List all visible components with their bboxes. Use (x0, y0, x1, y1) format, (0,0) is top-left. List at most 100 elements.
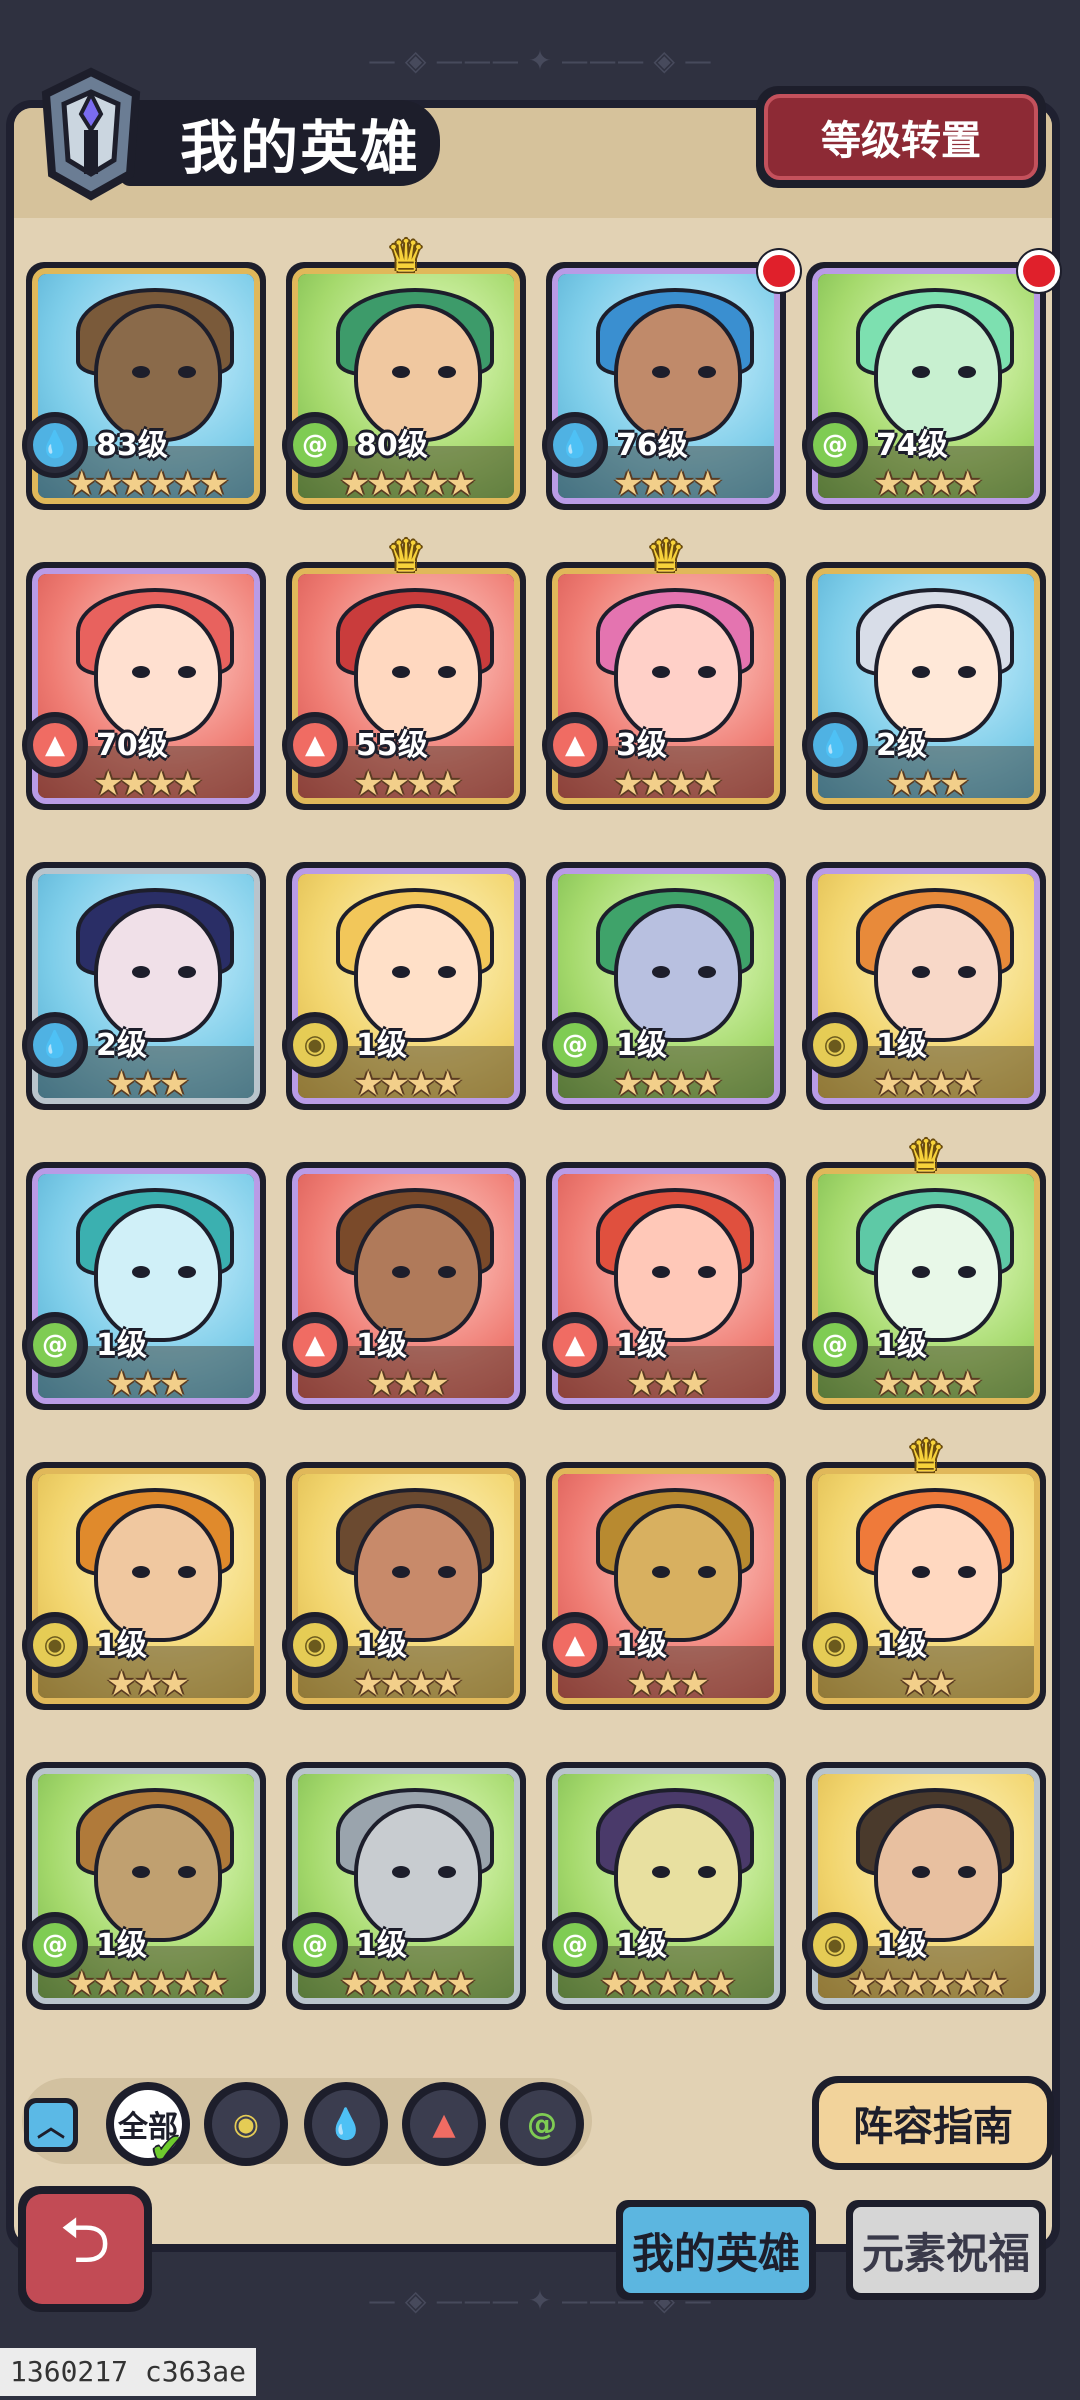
hero-eye (698, 366, 716, 378)
hero-level: 1级 (616, 1628, 667, 1663)
hero-level: 1级 (356, 1928, 407, 1963)
hero-card[interactable]: @ 1级 ★★★★★ (282, 1762, 526, 2010)
hero-eye (652, 1866, 670, 1878)
title-area: 我的英雄 (20, 60, 450, 210)
hero-card[interactable]: ◉ 1级 ★★ ♛ (802, 1432, 1046, 1710)
back-arrow-icon: ⮌ (26, 2194, 144, 2304)
hero-card[interactable]: 💧 2级 ★★★ (802, 562, 1046, 810)
lineup-guide-label: 阵容指南 (819, 2083, 1047, 2163)
notification-dot (758, 250, 800, 292)
filter-water-button[interactable]: 💧 (304, 2082, 388, 2166)
hero-card[interactable]: ◉ 1级 ★★★★ (802, 862, 1046, 1110)
hero-stars: ★★★ (366, 1364, 449, 1404)
hero-level: 1级 (356, 1028, 407, 1063)
earth-element-icon: ◉ (212, 2090, 280, 2158)
filter-earth-button[interactable]: ◉ (204, 2082, 288, 2166)
tab-element-blessing[interactable]: 元素祝福 (846, 2200, 1046, 2300)
hero-stars: ★★★★ (353, 1064, 463, 1104)
hero-eye (392, 1866, 410, 1878)
hero-grid: 💧 83级 ★★★★★★ @ 80级 ★★★★★ ♛ 💧 76级 ★★★★ @ … (22, 232, 1060, 2010)
checkmark-icon: ✔ (150, 2126, 184, 2172)
hero-card[interactable]: ▲ 70级 ★★★★ (22, 562, 266, 810)
hero-level: 76级 (616, 428, 688, 463)
hero-eye (132, 666, 150, 678)
hero-card[interactable]: ◉ 1级 ★★★★★★ (802, 1762, 1046, 2010)
hero-stars: ★★★ (106, 1364, 189, 1404)
hero-stars: ★★★ (886, 764, 969, 804)
hero-level: 70级 (96, 728, 168, 763)
hero-card[interactable]: ◉ 1级 ★★★ (22, 1462, 266, 1710)
hero-card[interactable]: ▲ 3级 ★★★★ ♛ (542, 532, 786, 810)
hero-stars: ★★ (899, 1664, 957, 1704)
hero-stars: ★★★★ (613, 1064, 723, 1104)
hero-card[interactable]: @ 74级 ★★★★ (802, 250, 1060, 510)
hero-stars: ★★★ (626, 1664, 709, 1704)
filter-wind-button[interactable]: @ (500, 2082, 584, 2166)
hero-card[interactable]: ◉ 1级 ★★★★ (282, 1462, 526, 1710)
hero-level: 1级 (356, 1328, 407, 1363)
hero-card[interactable]: 💧 76级 ★★★★ (542, 250, 800, 510)
hero-stars: ★★★★★ (599, 1964, 736, 2004)
hero-level: 1级 (876, 1028, 927, 1063)
hero-card[interactable]: ◉ 1级 ★★★★ (282, 862, 526, 1110)
hero-stars: ★★★★ (613, 464, 723, 504)
hero-stars: ★★★★★ (339, 1964, 476, 2004)
hero-eye (698, 966, 716, 978)
hero-card[interactable]: ▲ 55级 ★★★★ ♛ (282, 532, 526, 810)
hero-level: 1级 (876, 1328, 927, 1363)
hero-level: 3级 (616, 728, 667, 763)
hero-eye (178, 666, 196, 678)
hero-stars: ★★★★ (353, 1664, 463, 1704)
crown-icon: ♛ (646, 531, 686, 582)
notification-dot (1018, 250, 1060, 292)
hero-card[interactable]: 💧 83级 ★★★★★★ (22, 262, 266, 510)
level-reset-label: 等级转置 (764, 94, 1038, 180)
filter-fire-button[interactable]: ▲ (402, 2082, 486, 2166)
collapse-filter-button[interactable]: ︿ (24, 2098, 78, 2152)
hero-eye (912, 1266, 930, 1278)
hero-eye (178, 1866, 196, 1878)
hero-eye (958, 1266, 976, 1278)
back-button[interactable]: ⮌ (18, 2186, 152, 2312)
hero-level: 1级 (616, 1928, 667, 1963)
hero-card[interactable]: ▲ 1级 ★★★ (542, 1162, 786, 1410)
hero-eye (132, 1866, 150, 1878)
hero-card[interactable]: @ 1级 ★★★★ ♛ (802, 1132, 1046, 1410)
hero-stars: ★★★★ (873, 1064, 983, 1104)
level-reset-button[interactable]: 等级转置 (756, 86, 1046, 188)
hero-eye (698, 666, 716, 678)
hero-card[interactable]: @ 80级 ★★★★★ ♛ (282, 232, 526, 510)
hero-eye (392, 966, 410, 978)
hero-eye (438, 366, 456, 378)
hero-eye (392, 366, 410, 378)
helmet-icon (41, 67, 141, 201)
hero-level: 1级 (356, 1628, 407, 1663)
hero-level: 1级 (616, 1028, 667, 1063)
hero-card[interactable]: 💧 2级 ★★★ (22, 862, 266, 1110)
hero-level: 1级 (616, 1328, 667, 1363)
hero-level: 83级 (96, 428, 168, 463)
hero-card[interactable]: ▲ 1级 ★★★ (542, 1462, 786, 1710)
hero-level: 80级 (356, 428, 428, 463)
hero-eye (958, 1566, 976, 1578)
tab-my-heroes[interactable]: 我的英雄 (616, 2200, 816, 2300)
lineup-guide-button[interactable]: 阵容指南 (812, 2076, 1054, 2170)
hero-eye (438, 966, 456, 978)
hero-eye (652, 1566, 670, 1578)
hero-card[interactable]: ▲ 1级 ★★★ (282, 1162, 526, 1410)
hero-card[interactable]: @ 1级 ★★★ (22, 1162, 266, 1410)
hero-eye (958, 1866, 976, 1878)
hero-eye (438, 1566, 456, 1578)
hero-eye (392, 1266, 410, 1278)
hero-card[interactable]: @ 1级 ★★★★ (542, 862, 786, 1110)
hero-eye (652, 966, 670, 978)
hero-eye (438, 1866, 456, 1878)
crown-icon: ♛ (386, 231, 426, 282)
hero-stars: ★★★★ (93, 764, 203, 804)
hero-level: 1级 (96, 1328, 147, 1363)
hero-eye (958, 966, 976, 978)
tab-my-heroes-label: 我的英雄 (623, 2207, 809, 2293)
hero-card[interactable]: @ 1级 ★★★★★★ (22, 1762, 266, 2010)
hero-card[interactable]: @ 1级 ★★★★★ (542, 1762, 786, 2010)
hero-eye (912, 1566, 930, 1578)
